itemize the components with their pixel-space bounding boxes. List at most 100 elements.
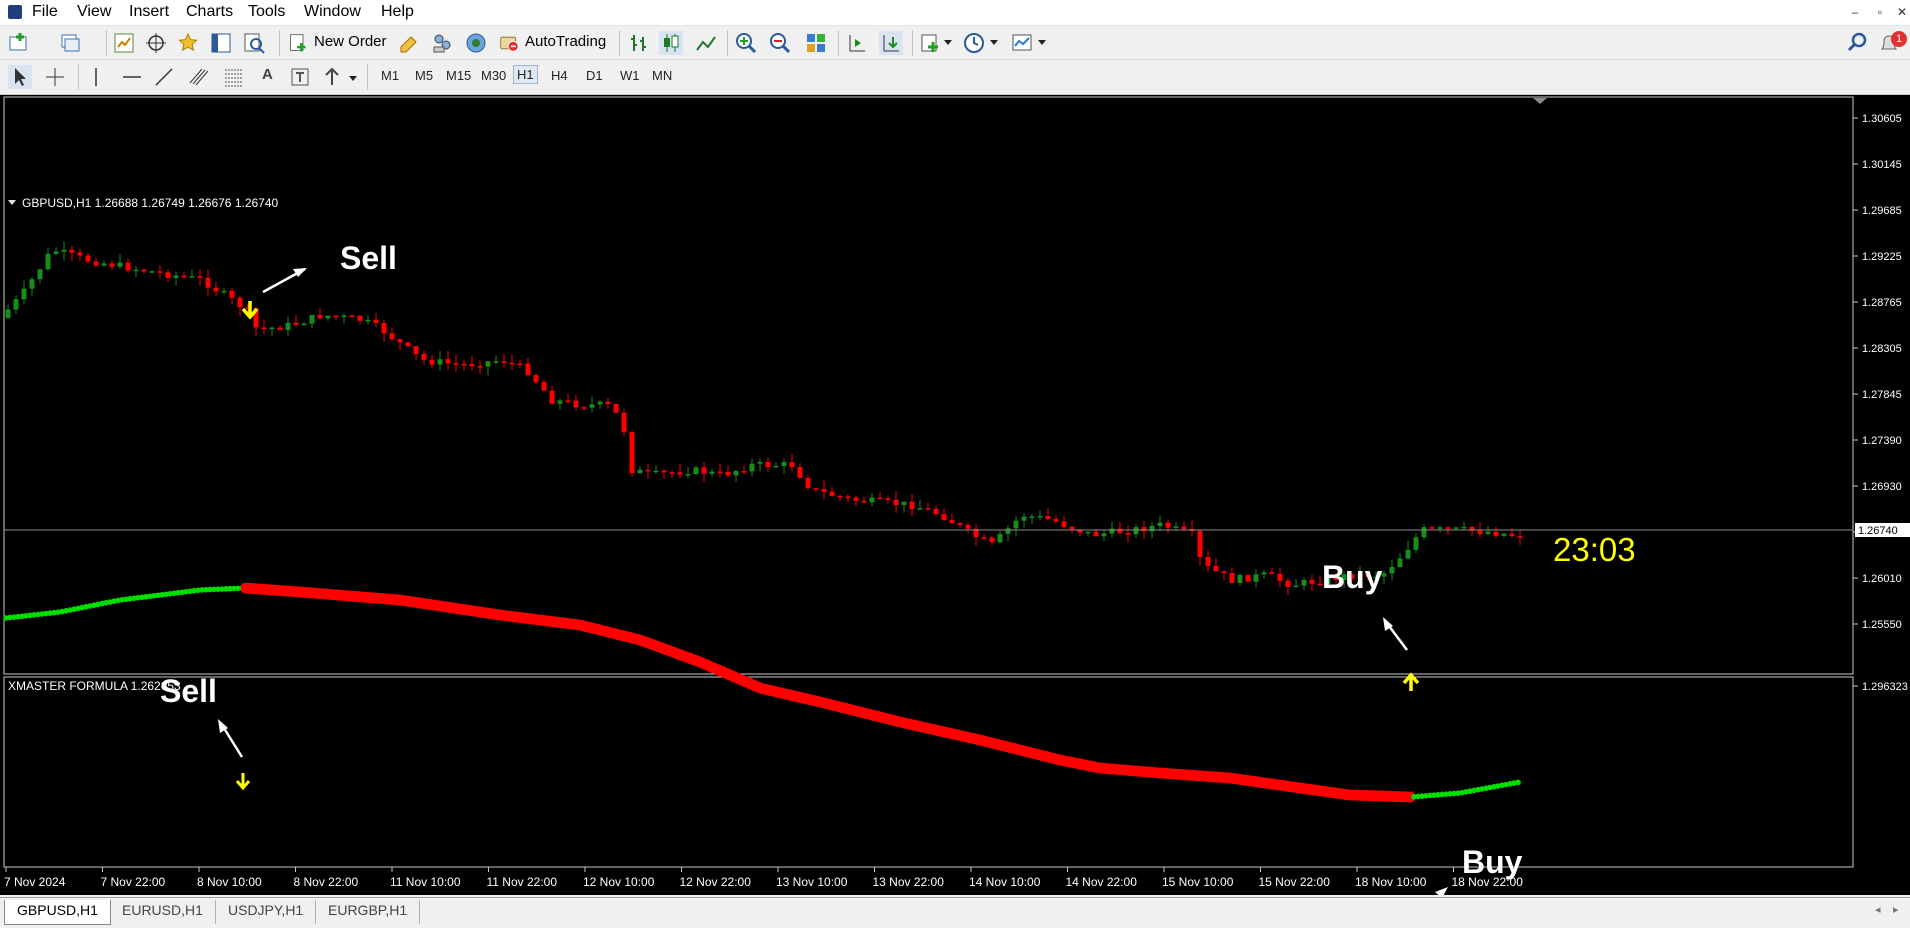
- menu-tools[interactable]: Tools: [248, 3, 285, 21]
- chart-tabs: GBPUSD,H1 EURUSD,H1 USDJPY,H1 EURGBP,H1 …: [0, 897, 1910, 928]
- candle-body: [861, 500, 867, 503]
- market-watch-icon[interactable]: [112, 31, 136, 55]
- timeframe-m5[interactable]: M5: [415, 68, 433, 83]
- toolbar-separator: [106, 30, 107, 56]
- zoom-out-icon[interactable]: [768, 31, 792, 55]
- timeframe-m1[interactable]: M1: [381, 68, 399, 83]
- candle-body: [309, 314, 315, 324]
- market-icon[interactable]: [464, 31, 488, 55]
- timeframe-h4[interactable]: H4: [551, 68, 568, 83]
- line-chart-icon[interactable]: [694, 31, 718, 55]
- tab-eurgbp[interactable]: EURGBP,H1: [316, 900, 421, 924]
- price-chart[interactable]: 1.30605 1.30145 1.29685 1.29225 1.28765 1.283…: [0, 95, 1910, 895]
- restore-button[interactable]: ▫: [1871, 4, 1889, 20]
- terminal-icon[interactable]: [209, 31, 233, 55]
- close-button[interactable]: ✕: [1893, 4, 1910, 20]
- search-icon[interactable]: [1846, 31, 1870, 55]
- tab-usdjpy[interactable]: USDJPY,H1: [216, 900, 317, 924]
- toolbar-separator: [912, 30, 913, 56]
- new-chart-icon[interactable]: [8, 31, 32, 55]
- candle-body: [77, 252, 83, 256]
- menu-help[interactable]: Help: [381, 3, 414, 21]
- autotrading-icon: [500, 36, 519, 52]
- metaeditor-icon[interactable]: [397, 31, 421, 55]
- tab-eurusd[interactable]: EURUSD,H1: [110, 900, 216, 924]
- signals-icon[interactable]: [430, 31, 454, 55]
- scroll-left-icon[interactable]: ◂: [1875, 903, 1881, 916]
- data-window-icon[interactable]: [144, 31, 168, 55]
- cursor-icon[interactable]: [8, 65, 32, 89]
- dropdown-arrow-icon[interactable]: [990, 40, 998, 46]
- time-axis-label: 15 Nov 22:00: [1259, 875, 1331, 889]
- chart-window[interactable]: 1.30605 1.30145 1.29685 1.29225 1.28765 1.283…: [0, 95, 1910, 895]
- dropdown-arrow-icon[interactable]: [349, 76, 357, 82]
- text-label-icon[interactable]: [288, 65, 312, 89]
- scroll-right-icon[interactable]: ▸: [1893, 903, 1899, 916]
- candle-body: [61, 249, 67, 252]
- chart-menu-triangle-icon[interactable]: [8, 200, 16, 205]
- periods-clock-icon[interactable]: [962, 31, 986, 55]
- profiles-icon[interactable]: [58, 31, 82, 55]
- menu-view[interactable]: View: [77, 3, 111, 21]
- bar-chart-icon[interactable]: [627, 31, 651, 55]
- navigator-icon[interactable]: [176, 31, 200, 55]
- candle-body: [197, 276, 203, 278]
- candle-body: [445, 359, 451, 364]
- candlestick-icon[interactable]: [659, 31, 683, 55]
- tab-gbpusd[interactable]: GBPUSD,H1: [4, 900, 111, 925]
- annotation-arrowhead-icon: [1435, 887, 1448, 895]
- time-axis-label: 7 Nov 2024: [4, 875, 66, 889]
- candle-body: [501, 361, 507, 363]
- autoscroll-icon[interactable]: [879, 31, 903, 55]
- vertical-line-icon[interactable]: [84, 65, 108, 89]
- app-icon: [8, 5, 22, 19]
- menu-file[interactable]: File: [32, 3, 58, 21]
- menu-charts[interactable]: Charts: [186, 3, 233, 21]
- candle-body: [637, 469, 643, 474]
- candle-body: [709, 471, 715, 474]
- text-tool-icon[interactable]: A: [262, 66, 273, 83]
- timeframe-m30[interactable]: M30: [481, 68, 506, 83]
- timeframe-mn[interactable]: MN: [652, 68, 672, 83]
- candle-body: [845, 496, 851, 499]
- timeframe-w1[interactable]: W1: [620, 68, 640, 83]
- chart-shift-icon[interactable]: [845, 31, 869, 55]
- fibonacci-icon[interactable]: [222, 65, 246, 89]
- arrows-icon[interactable]: [322, 65, 346, 89]
- indicators-icon[interactable]: [919, 31, 943, 55]
- crosshair-icon[interactable]: [43, 65, 67, 89]
- autotrading-button[interactable]: AutoTrading: [496, 30, 611, 56]
- autotrading-label: AutoTrading: [525, 33, 607, 50]
- toolbar-separator: [619, 30, 620, 56]
- new-order-button[interactable]: New Order: [285, 30, 393, 56]
- price-axis-label: 1.27390: [1862, 435, 1902, 447]
- zoom-in-icon[interactable]: [734, 31, 758, 55]
- minimize-button[interactable]: –: [1846, 4, 1864, 20]
- candle-body: [293, 322, 299, 325]
- candle-body: [781, 462, 787, 466]
- tile-windows-icon[interactable]: [804, 31, 828, 55]
- candle-body: [1133, 527, 1139, 535]
- price-axis-label: 1.28765: [1862, 297, 1902, 309]
- candle-body: [573, 400, 579, 408]
- candle-body: [533, 375, 539, 383]
- timeframe-h1[interactable]: H1: [513, 65, 538, 84]
- menu-window[interactable]: Window: [304, 3, 361, 21]
- candle-body: [29, 279, 35, 289]
- candle-body: [221, 290, 227, 293]
- candle-body: [1277, 573, 1283, 581]
- candle-body: [885, 498, 891, 500]
- dropdown-arrow-icon[interactable]: [944, 40, 952, 46]
- menu-insert[interactable]: Insert: [129, 3, 169, 21]
- templates-icon[interactable]: [1010, 31, 1034, 55]
- candle-body: [1157, 522, 1163, 526]
- time-axis-label: 8 Nov 22:00: [294, 875, 359, 889]
- timeframe-m15[interactable]: M15: [446, 68, 471, 83]
- standard-toolbar: New Order AutoTrading 1: [0, 26, 1910, 60]
- dropdown-arrow-icon[interactable]: [1038, 40, 1046, 46]
- trendline-icon[interactable]: [152, 65, 176, 89]
- timeframe-d1[interactable]: D1: [586, 68, 603, 83]
- channel-icon[interactable]: [187, 65, 211, 89]
- horizontal-line-icon[interactable]: [120, 65, 144, 89]
- strategy-tester-icon[interactable]: [242, 31, 266, 55]
